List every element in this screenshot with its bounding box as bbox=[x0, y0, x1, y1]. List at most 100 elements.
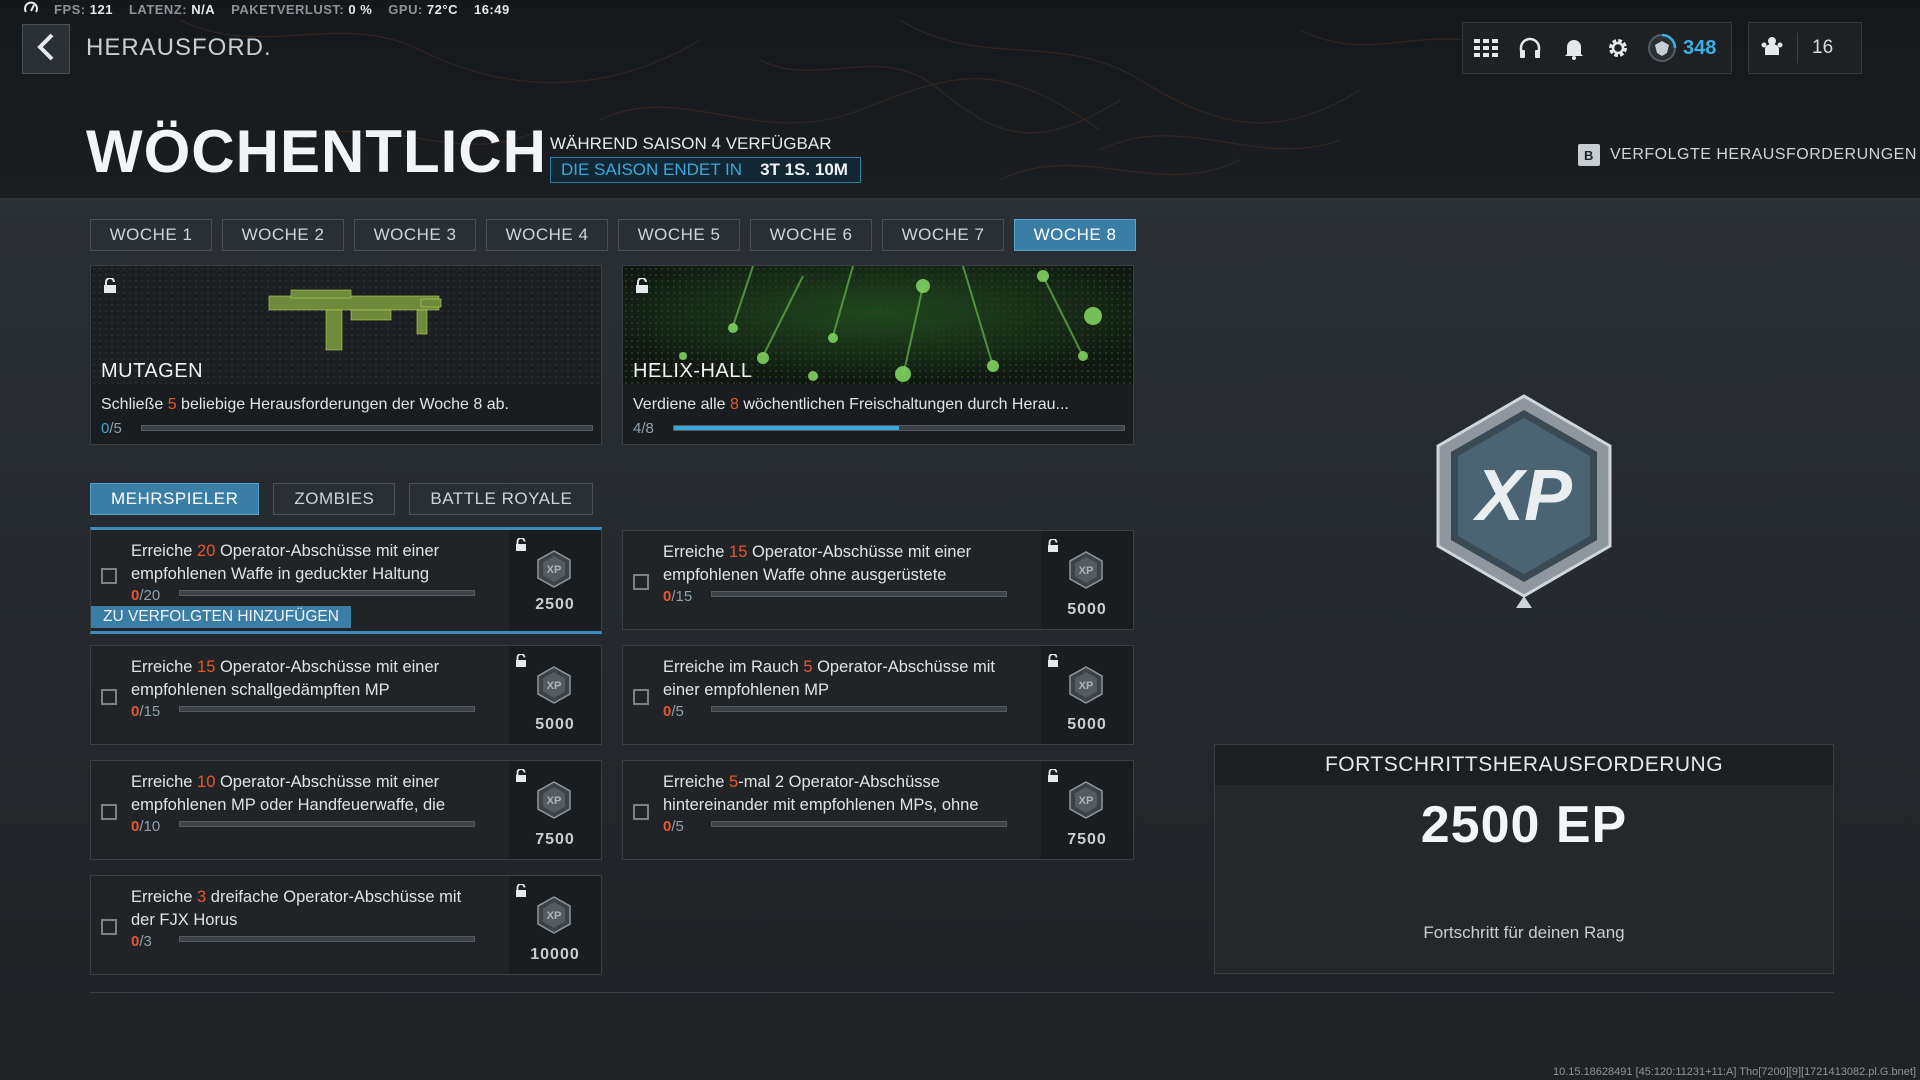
unlock-icon bbox=[515, 768, 527, 788]
packetloss-value: 0 % bbox=[348, 1, 373, 17]
xp-token-icon: XP bbox=[537, 666, 571, 709]
key-hint: B bbox=[1578, 144, 1600, 166]
xp-reward-value: 5000 bbox=[1067, 716, 1107, 733]
season-timer: DIE SAISON ENDET IN 3T 1S. 10M bbox=[550, 157, 861, 183]
xp-emblem-icon: XP bbox=[1432, 392, 1617, 617]
xp-reward-value: 5000 bbox=[535, 716, 575, 733]
reward-card-helix-hall[interactable]: HELIX-HALL Verdiene alle 8 wöchentlichen… bbox=[622, 265, 1134, 445]
svg-text:XP: XP bbox=[1079, 795, 1094, 807]
unlock-icon bbox=[1047, 768, 1059, 788]
xp-reward-value: 10000 bbox=[530, 946, 580, 963]
fps-value: 121 bbox=[89, 1, 113, 17]
unlock-icon bbox=[1047, 538, 1059, 558]
challenge-progress-bar bbox=[711, 591, 1007, 597]
track-checkbox[interactable] bbox=[101, 804, 117, 820]
tab-week-4[interactable]: WOCHE 4 bbox=[486, 219, 608, 251]
clock: 16:49 bbox=[473, 1, 510, 17]
challenge-progress-bar bbox=[179, 821, 475, 827]
xp-token-icon: XP bbox=[1069, 551, 1103, 594]
unlock-icon bbox=[515, 883, 527, 903]
tab-week-6[interactable]: WOCHE 6 bbox=[750, 219, 872, 251]
gpu-label: GPU: bbox=[388, 1, 423, 17]
tracked-challenges-label: VERFOLGTE HERAUSFORDERUNGEN bbox=[1610, 146, 1917, 163]
track-checkbox[interactable] bbox=[101, 919, 117, 935]
tab-week-7[interactable]: WOCHE 7 bbox=[882, 219, 1004, 251]
xp-reward-value: 7500 bbox=[535, 831, 575, 848]
party-widget[interactable]: 16 bbox=[1748, 22, 1862, 74]
reward-name: HELIX-HALL bbox=[633, 360, 753, 382]
challenge-card[interactable]: Erreiche 3 dreifache Operator-Abschüsse … bbox=[90, 875, 602, 975]
xp-token-icon: XP bbox=[537, 896, 571, 939]
top-icon-bar: 348 bbox=[1462, 22, 1732, 74]
tab-battle-royale[interactable]: BATTLE ROYALE bbox=[409, 483, 594, 515]
bottom-divider bbox=[90, 992, 1834, 993]
bell-icon[interactable] bbox=[1559, 33, 1589, 63]
tab-zombies[interactable]: ZOMBIES bbox=[273, 483, 396, 515]
svg-text:XP: XP bbox=[1472, 456, 1573, 536]
reward-name: MUTAGEN bbox=[101, 360, 204, 382]
challenge-description: Erreiche 15 Operator-Abschüsse mit einer… bbox=[663, 543, 972, 584]
challenge-progress-count: 0/5 bbox=[663, 703, 684, 720]
unlock-icon bbox=[515, 537, 527, 557]
challenge-progress-bar bbox=[179, 936, 475, 942]
challenge-description: Erreiche 10 Operator-Abschüsse mit einer… bbox=[131, 773, 446, 814]
reward-description: Verdiene alle 8 wöchentlichen Freischalt… bbox=[633, 396, 1069, 413]
tab-week-8[interactable]: WOCHE 8 bbox=[1014, 219, 1136, 251]
tab-week-5[interactable]: WOCHE 5 bbox=[618, 219, 740, 251]
reward-card-mutagen[interactable]: MUTAGEN Schließe 5 beliebige Herausforde… bbox=[90, 265, 602, 445]
tab-week-2[interactable]: WOCHE 2 bbox=[222, 219, 344, 251]
fps-label: FPS: bbox=[54, 1, 86, 17]
challenge-description: Erreiche 3 dreifache Operator-Abschüsse … bbox=[131, 888, 462, 929]
track-checkbox[interactable] bbox=[101, 568, 117, 584]
back-button[interactable] bbox=[22, 24, 70, 74]
grid-menu-icon[interactable] bbox=[1471, 33, 1501, 63]
challenge-progress-count: 0/20 bbox=[131, 587, 161, 604]
build-info: 10.15.18628491 [45:120:11231+11:A] Tho[7… bbox=[1552, 1066, 1916, 1078]
tab-multiplayer[interactable]: MEHRSPIELER bbox=[90, 483, 260, 515]
challenge-card[interactable]: Erreiche im Rauch 5 Operator-Abschüsse m… bbox=[622, 645, 1134, 745]
challenge-progress-count: 0/10 bbox=[131, 818, 161, 835]
mode-tabs: MEHRSPIELER ZOMBIES BATTLE ROYALE bbox=[90, 483, 594, 515]
challenge-card[interactable]: Erreiche 15 Operator-Abschüsse mit einer… bbox=[90, 645, 602, 745]
rank-emblem-icon[interactable] bbox=[1647, 33, 1677, 63]
challenge-progress-count: 0/15 bbox=[663, 588, 693, 605]
reward-description: Schließe 5 beliebige Herausforderungen d… bbox=[101, 396, 509, 413]
packetloss-label: PAKETVERLUST: bbox=[231, 1, 345, 17]
challenge-card[interactable]: Erreiche 5-mal 2 Operator-Abschüsse hint… bbox=[622, 760, 1134, 860]
tab-week-3[interactable]: WOCHE 3 bbox=[354, 219, 476, 251]
challenge-progress-bar bbox=[179, 590, 475, 596]
svg-text:XP: XP bbox=[547, 680, 562, 692]
headset-icon[interactable] bbox=[1515, 33, 1545, 63]
xp-token-icon: XP bbox=[537, 550, 571, 593]
season-availability: WÄHREND SAISON 4 VERFÜGBAR bbox=[550, 134, 832, 153]
reward-progress-count: 4/8 bbox=[633, 420, 654, 437]
challenge-progress-count: 0/15 bbox=[131, 703, 161, 720]
challenge-progress-count: 0/3 bbox=[131, 933, 152, 950]
reward-progress-count: 0/5 bbox=[101, 420, 122, 437]
panel-subtitle: Fortschritt für deinen Rang bbox=[1423, 923, 1625, 942]
latency-label: LATENZ: bbox=[128, 1, 188, 17]
tracked-challenges-button[interactable]: B VERFOLGTE HERAUSFORDERUNGEN bbox=[1578, 144, 1917, 166]
xp-token-icon: XP bbox=[537, 781, 571, 824]
xp-token-icon: XP bbox=[1069, 666, 1103, 709]
reward-progress-fill bbox=[674, 426, 899, 430]
party-icon bbox=[1761, 35, 1783, 62]
challenge-card[interactable]: Erreiche 20 Operator-Abschüsse mit einer… bbox=[90, 527, 602, 634]
reward-progress-bar bbox=[141, 425, 593, 431]
season-end-value: 3T 1S. 10M bbox=[760, 160, 848, 179]
gear-icon[interactable] bbox=[1603, 33, 1633, 63]
svg-text:XP: XP bbox=[547, 795, 562, 807]
track-checkbox[interactable] bbox=[633, 574, 649, 590]
challenge-description: Erreiche 15 Operator-Abschüsse mit einer… bbox=[131, 658, 440, 699]
track-checkbox[interactable] bbox=[101, 689, 117, 705]
party-divider bbox=[1797, 33, 1798, 63]
add-to-tracked-button[interactable]: ZU VERFOLGTEN HINZUFÜGEN bbox=[91, 606, 351, 628]
track-checkbox[interactable] bbox=[633, 804, 649, 820]
challenge-progress-bar bbox=[711, 821, 1007, 827]
unlock-icon bbox=[103, 277, 117, 299]
track-checkbox[interactable] bbox=[633, 689, 649, 705]
challenge-card[interactable]: Erreiche 10 Operator-Abschüsse mit einer… bbox=[90, 760, 602, 860]
tab-week-1[interactable]: WOCHE 1 bbox=[90, 219, 212, 251]
challenge-description: Erreiche 5-mal 2 Operator-Abschüsse hint… bbox=[663, 773, 979, 814]
challenge-card[interactable]: Erreiche 15 Operator-Abschüsse mit einer… bbox=[622, 530, 1134, 630]
